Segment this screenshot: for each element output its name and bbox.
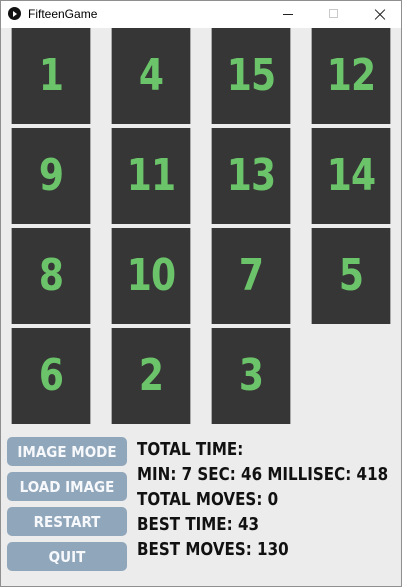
elapsed-time-value: MIN: 7 SEC: 46 MILLISEC: 418 [137,464,389,485]
puzzle-tile[interactable]: 10 [111,228,191,324]
puzzle-tile[interactable]: 13 [211,128,291,224]
window-title: FifteenGame [28,7,98,21]
puzzle-tile[interactable]: 3 [211,328,291,424]
puzzle-tile[interactable]: 11 [111,128,191,224]
quit-button[interactable]: QUIT [7,542,127,571]
puzzle-tile[interactable]: 14 [311,128,391,224]
total-time-label: TOTAL TIME: [137,439,244,460]
best-time-text: BEST TIME: 43 [137,514,259,535]
puzzle-tile[interactable]: 15 [211,28,291,124]
puzzle-tile[interactable]: 8 [11,228,91,324]
title-bar: FifteenGame [1,1,401,28]
minimize-button[interactable] [265,1,311,28]
load-image-button[interactable]: LOAD IMAGE [7,472,127,501]
puzzle-tile[interactable]: 7 [211,228,291,324]
close-button[interactable] [356,1,402,28]
maximize-button[interactable] [311,1,357,28]
puzzle-tile[interactable]: 1 [11,28,91,124]
puzzle-tile[interactable]: 2 [111,328,191,424]
puzzle-tile[interactable]: 6 [11,328,91,424]
total-moves-text: TOTAL MOVES: 0 [137,489,279,510]
best-moves-text: BEST MOVES: 130 [137,539,289,560]
puzzle-tile[interactable]: 5 [311,228,391,324]
puzzle-tile[interactable]: 4 [111,28,191,124]
puzzle-tile[interactable]: 9 [11,128,91,224]
fifteen-game-window: FifteenGame 1 4 15 12 9 11 13 14 8 10 7 … [0,0,402,587]
puzzle-board: 1 4 15 12 9 11 13 14 8 10 7 5 6 2 3 [3,28,402,428]
image-mode-button[interactable]: IMAGE MODE [7,437,127,466]
game-stats: TOTAL TIME: MIN: 7 SEC: 46 MILLISEC: 418… [137,437,397,562]
puzzle-tile[interactable]: 12 [311,28,391,124]
app-icon [8,7,21,20]
restart-button[interactable]: RESTART [7,507,127,536]
